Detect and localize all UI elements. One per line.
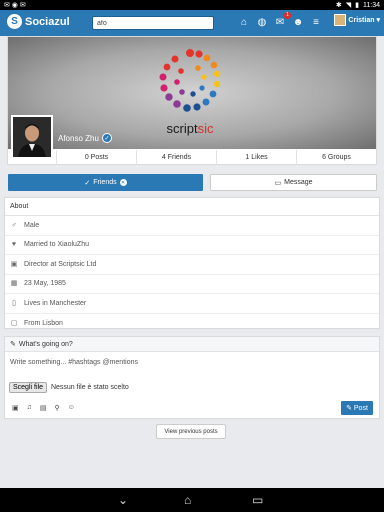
stat-likes[interactable]: 1 Likes xyxy=(216,150,296,165)
globe-icon[interactable]: ◍ xyxy=(256,15,268,29)
profile-stats: 0 Posts 4 Friends 1 Likes 6 Groups xyxy=(56,150,376,165)
briefcase-icon: ▣ xyxy=(10,260,18,268)
home-button-icon[interactable]: ⌂ xyxy=(184,493,191,507)
profile-photo[interactable] xyxy=(11,115,53,159)
status-time: 11:34 xyxy=(363,1,380,9)
stat-groups[interactable]: 6 Groups xyxy=(296,150,376,165)
calendar-icon: ▦ xyxy=(10,280,18,287)
status-bar: ✉ ◉ ✉ ✱ ◥ ▮ 11:34 xyxy=(0,0,384,10)
logo-icon: S xyxy=(7,14,22,29)
check-icon: ✓ xyxy=(84,179,91,187)
notification-badge: 1 xyxy=(284,12,291,19)
about-item: ▦ 23 May, 1985 xyxy=(5,275,379,294)
status-notification-icons: ✉ ◉ ✉ xyxy=(4,2,26,9)
file-status: Nessun file è stato scelto xyxy=(50,384,129,391)
post-textarea[interactable]: Write something... #hashtags @mentions xyxy=(10,359,138,366)
menu-icon[interactable]: ≡ xyxy=(310,15,322,29)
view-previous-posts-button[interactable]: View previous posts xyxy=(156,424,226,439)
about-item: ▣ Director at Scriptsic Ltd xyxy=(5,255,379,275)
user-name: Cristian xyxy=(348,16,375,24)
attachment-toolbar: ▣ ♫ ▤ ⚲ ☺ xyxy=(12,404,75,412)
chevron-down-icon: ▾ xyxy=(376,17,380,24)
back-icon[interactable]: ⌄ xyxy=(118,493,128,507)
app-name: Sociazul xyxy=(25,15,70,28)
messages-icon[interactable]: ✉ 1 xyxy=(274,12,291,29)
about-title: About xyxy=(5,198,379,216)
photo-icon[interactable]: ▣ xyxy=(12,404,19,412)
emoji-icon[interactable]: ☺ xyxy=(68,404,75,412)
home-icon[interactable]: ⌂ xyxy=(238,15,250,29)
composer-header: ✎ What's going on? xyxy=(5,337,379,352)
android-nav-bar: ⌄ ⌂ ▭ xyxy=(0,488,384,512)
top-navbar: S Sociazul ⌂ ◍ ✉1 ☻ ≡ Cristian ▾ xyxy=(0,10,384,36)
about-item: ♥ Married to XiaoluZhu xyxy=(5,236,379,255)
music-icon[interactable]: ♫ xyxy=(27,404,32,412)
search-input[interactable] xyxy=(92,16,214,30)
battery-icon: ▮ xyxy=(355,2,359,9)
video-icon[interactable]: ▤ xyxy=(40,404,47,412)
stat-posts[interactable]: 0 Posts xyxy=(56,150,136,165)
friends-button[interactable]: ✓ Friends ✕ xyxy=(8,174,203,191)
post-composer: ✎ What's going on? Write something... #h… xyxy=(4,336,380,419)
swirl-logo-icon xyxy=(159,49,221,112)
choose-file-button[interactable]: Scegli file xyxy=(9,382,47,393)
about-panel: About ♂ Male ♥ Married to XiaoluZhu ▣ Direc… xyxy=(4,197,380,329)
inbox-icon: ▭ xyxy=(274,179,282,187)
about-item: ▢ From Lisbon xyxy=(5,314,379,334)
brand-wordmark: scriptsic xyxy=(166,121,214,136)
profile-card: scriptsic Afonso Zhu ✓ 0 Posts 4 Friends… xyxy=(7,36,377,165)
friend-requests-icon[interactable]: ☻ xyxy=(292,15,304,29)
user-avatar xyxy=(334,14,347,26)
unfriend-icon: ✕ xyxy=(119,179,127,186)
gender-icon: ♂ xyxy=(11,221,17,229)
recent-apps-icon[interactable]: ▭ xyxy=(252,493,263,507)
location-icon: ▢ xyxy=(10,319,18,327)
about-item: ♂ Male xyxy=(5,216,379,236)
profile-name: Afonso Zhu ✓ xyxy=(58,133,112,143)
wifi-icon: ◥ xyxy=(345,2,352,9)
app-logo[interactable]: S Sociazul xyxy=(7,14,70,29)
edit-icon: ✎ xyxy=(10,341,16,348)
file-picker: Scegli file Nessun file è stato scelto xyxy=(9,382,129,393)
stat-friends[interactable]: 4 Friends xyxy=(136,150,216,165)
location-pin-icon[interactable]: ⚲ xyxy=(55,404,60,412)
post-button[interactable]: ✎ Post xyxy=(341,401,373,415)
user-menu[interactable]: Cristian ▾ xyxy=(334,14,380,26)
verified-icon: ✓ xyxy=(101,133,112,143)
about-item: ▯ Lives in Manchester xyxy=(5,294,379,314)
message-button[interactable]: ▭ Message xyxy=(210,174,377,191)
person-photo xyxy=(13,117,51,157)
heart-icon: ♥ xyxy=(11,241,17,248)
home-icon: ▯ xyxy=(12,299,16,307)
brand-logo: scriptsic xyxy=(156,43,224,143)
bluetooth-icon: ✱ xyxy=(335,2,342,9)
